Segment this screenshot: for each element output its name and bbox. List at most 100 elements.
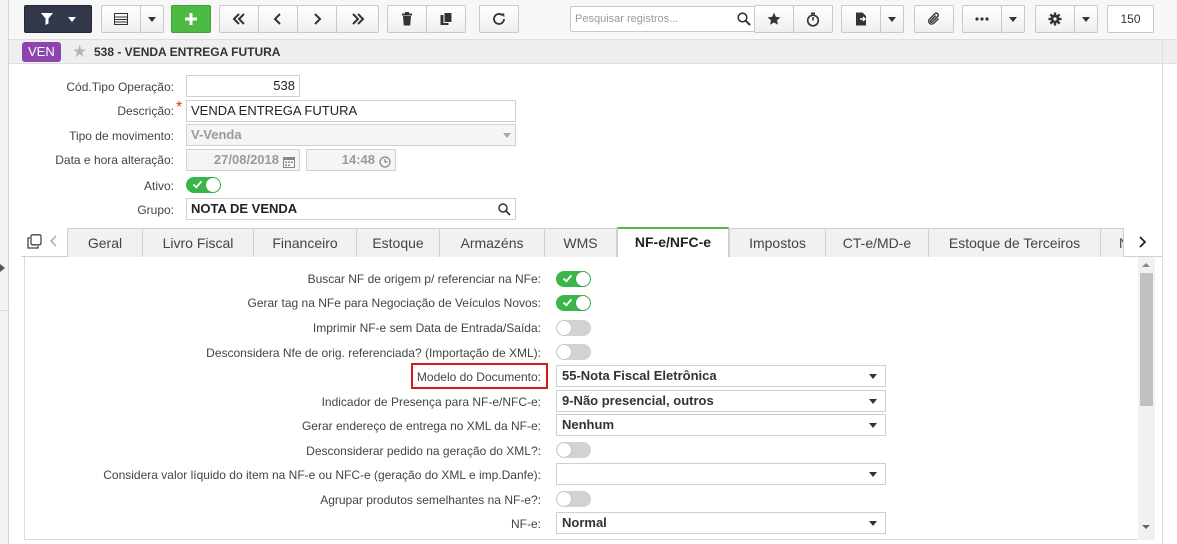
export-icon — [855, 12, 867, 26]
grid-icon — [114, 13, 128, 25]
required-marker: * — [176, 99, 183, 116]
agrupar-produtos-toggle[interactable] — [556, 491, 591, 507]
ativo-toggle[interactable] — [186, 177, 221, 193]
search-input[interactable] — [571, 7, 727, 31]
toolbar: 150 — [9, 0, 1177, 40]
check-icon — [192, 180, 203, 189]
more-button[interactable] — [962, 5, 1002, 33]
page-size-field[interactable]: 150 — [1107, 5, 1154, 33]
export-dropdown[interactable] — [880, 5, 904, 33]
grupo-label: Grupo: — [137, 203, 174, 217]
left-edge — [0, 0, 9, 544]
tab-estoque-terceiros[interactable]: Estoque de Terceiros — [928, 228, 1101, 257]
stopwatch-icon — [806, 12, 820, 27]
filter-button[interactable] — [24, 5, 92, 33]
considera-valor-select[interactable] — [556, 463, 886, 485]
next-record-button[interactable] — [297, 5, 337, 33]
tab-estoque[interactable]: Estoque — [356, 228, 440, 257]
trash-icon — [401, 12, 413, 26]
edge-divider — [0, 310, 9, 311]
first-icon — [232, 13, 246, 25]
tab-geral[interactable]: Geral — [67, 228, 143, 257]
desconsidera-nfe-toggle[interactable] — [556, 344, 591, 360]
chevron-down-icon — [869, 521, 877, 526]
tab-impostos[interactable]: Impostos — [729, 228, 826, 257]
buscar-nf-label: Buscar NF de origem p/ referenciar na NF… — [307, 272, 541, 286]
desconsiderar-pedido-label: Desconsiderar pedido na geração do XML?: — [306, 444, 541, 458]
tab-nfe-nfce[interactable]: NF-e/NFC-e — [617, 227, 729, 257]
tipo-operacao-field[interactable]: 538 — [186, 75, 300, 97]
gerar-tag-toggle[interactable] — [556, 295, 591, 311]
tab-wms[interactable]: WMS — [544, 228, 617, 257]
gerar-endereco-value: Nenhum — [562, 417, 614, 432]
add-button[interactable] — [171, 5, 211, 33]
tabs-scroll-right-icon[interactable] — [1138, 236, 1147, 251]
prev-icon — [273, 13, 283, 25]
toggle-knob — [576, 296, 590, 310]
search-icon[interactable] — [498, 202, 511, 222]
scroll-down-icon[interactable] — [1142, 525, 1150, 529]
export-button[interactable] — [841, 5, 881, 33]
favorite-button[interactable] — [754, 5, 794, 33]
first-record-button[interactable] — [219, 5, 259, 33]
toggle-knob — [557, 492, 571, 506]
tipo-movimento-value: V-Venda — [191, 127, 242, 142]
tab-cte-mde[interactable]: CT-e/MD-e — [825, 228, 929, 257]
imprimir-toggle[interactable] — [556, 320, 591, 336]
last-icon — [351, 13, 365, 25]
imprimir-label: Imprimir NF-e sem Data de Entrada/Saída: — [312, 321, 541, 335]
toggle-knob — [557, 321, 571, 335]
nfe-label: NF-e: — [511, 517, 541, 531]
buscar-nf-toggle[interactable] — [556, 271, 591, 287]
more-dropdown[interactable] — [1001, 5, 1025, 33]
last-record-button[interactable] — [336, 5, 379, 33]
grid-view-button[interactable] — [101, 5, 141, 33]
attachment-button[interactable] — [914, 5, 954, 33]
filter-icon — [40, 12, 54, 26]
modelo-documento-select[interactable]: 55-Nota Fiscal Eletrônica — [556, 365, 886, 387]
record-title-bar: VEN ★ 538 - VENDA ENTREGA FUTURA — [9, 40, 1177, 64]
check-icon — [562, 274, 573, 283]
copy-button[interactable] — [426, 5, 466, 33]
chevron-down-icon — [869, 374, 877, 379]
panel-scrollbar[interactable] — [1138, 257, 1155, 540]
chevron-down-icon — [68, 16, 76, 22]
scroll-up-icon[interactable] — [1142, 263, 1150, 267]
tipo-movimento-label: Tipo de movimento: — [69, 129, 174, 143]
descricao-label: Descrição: — [117, 104, 174, 118]
gerar-endereco-select[interactable]: Nenhum — [556, 414, 886, 436]
grupo-value: NOTA DE VENDA — [191, 201, 298, 216]
tab-financeiro[interactable]: Financeiro — [253, 228, 357, 257]
paperclip-icon — [927, 12, 941, 26]
settings-dropdown[interactable] — [1074, 5, 1098, 33]
indicador-presenca-select[interactable]: 9-Não presencial, outros — [556, 390, 886, 412]
favorite-star-icon[interactable]: ★ — [72, 42, 87, 62]
chevron-down-icon — [869, 423, 877, 428]
chevron-down-icon — [1082, 16, 1090, 22]
chevron-down-icon — [888, 16, 896, 22]
copy-icon — [440, 12, 453, 26]
settings-button[interactable] — [1035, 5, 1075, 33]
expand-arrow-icon[interactable] — [0, 264, 5, 272]
grid-view-dropdown[interactable] — [140, 5, 164, 33]
scrollbar-thumb[interactable] — [1140, 273, 1153, 406]
tipo-movimento-select: V-Venda — [186, 124, 516, 146]
refresh-button[interactable] — [479, 5, 519, 33]
search-icon[interactable] — [737, 12, 751, 29]
timer-button[interactable] — [793, 5, 833, 33]
nfe-select[interactable]: Normal — [556, 512, 886, 534]
delete-button[interactable] — [387, 5, 427, 33]
add-icon — [184, 12, 198, 26]
tab-livro-fiscal[interactable]: Livro Fiscal — [142, 228, 254, 257]
desconsiderar-pedido-toggle[interactable] — [556, 442, 591, 458]
previous-record-button[interactable] — [258, 5, 298, 33]
tabs-scroll-left-icon[interactable] — [49, 235, 58, 250]
grupo-field[interactable]: NOTA DE VENDA — [186, 198, 516, 220]
indicador-presenca-label: Indicador de Presença para NF-e/NFC-e: — [321, 395, 541, 409]
chevron-down-icon — [1009, 16, 1017, 22]
gerar-tag-label: Gerar tag na NFe para Negociação de Veíc… — [247, 296, 542, 310]
descricao-field[interactable]: VENDA ENTREGA FUTURA — [186, 100, 516, 122]
tab-armazens[interactable]: Armazéns — [439, 228, 545, 257]
tabs-menu-icon[interactable] — [27, 234, 42, 252]
tab-overflow[interactable]: N — [1100, 228, 1124, 257]
